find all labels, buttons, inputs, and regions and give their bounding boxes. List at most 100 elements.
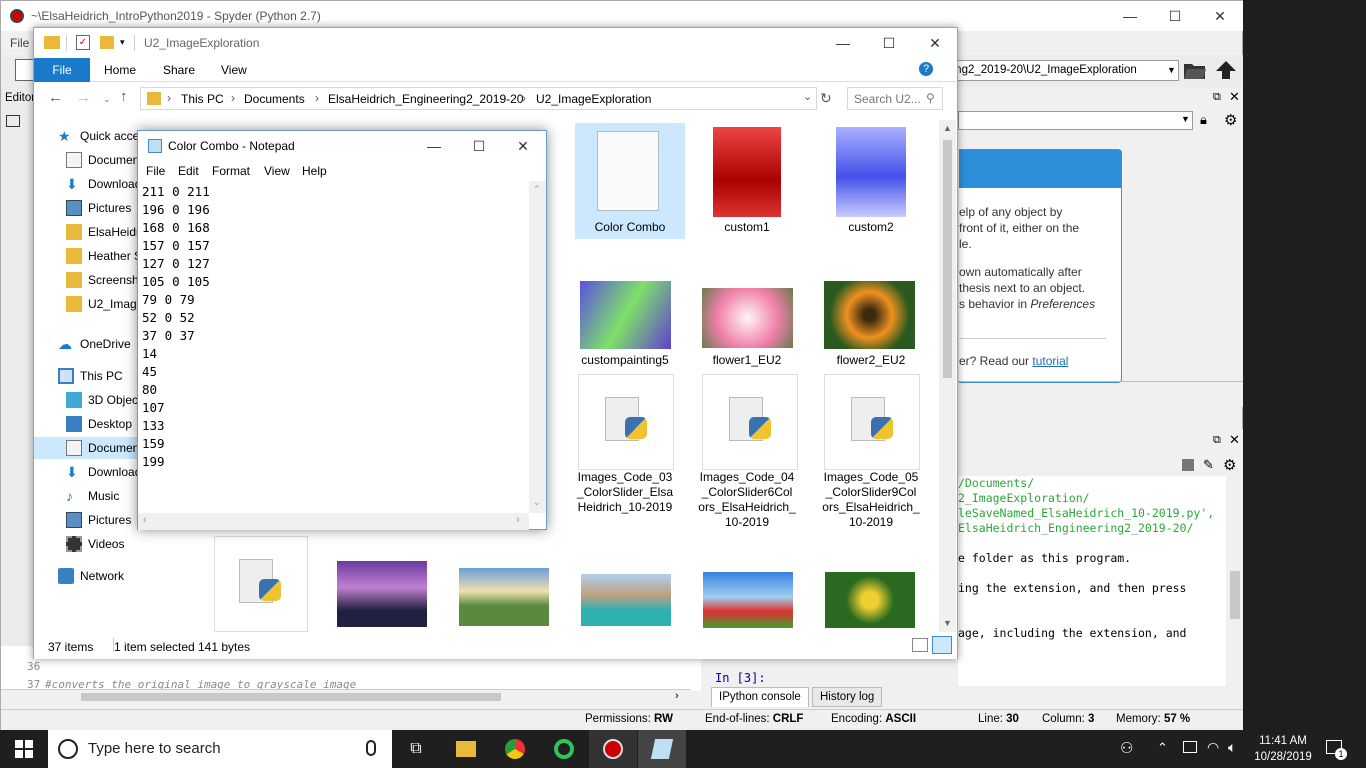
- scrollbar-thumb[interactable]: [81, 693, 501, 701]
- explorer-vertical-scrollbar[interactable]: ▲ ▼: [939, 120, 956, 632]
- eraser-icon[interactable]: ✎: [1203, 457, 1214, 473]
- wifi-icon[interactable]: ◠: [1207, 739, 1219, 756]
- notepad-horizontal-scrollbar[interactable]: ‹ ›: [138, 513, 529, 530]
- scroll-up-icon[interactable]: ⌃: [533, 184, 541, 195]
- tab-file[interactable]: File: [34, 58, 90, 82]
- file-color-combo[interactable]: Color Combo: [575, 123, 685, 239]
- menu-help[interactable]: Help: [302, 164, 327, 178]
- image-thumbnail[interactable]: [581, 574, 671, 626]
- scroll-up-icon[interactable]: ▲: [943, 123, 952, 133]
- taskbar-spyder[interactable]: [589, 730, 637, 768]
- nav-downloads[interactable]: ⬇Downloads: [66, 173, 138, 195]
- scroll-right-icon[interactable]: ›: [516, 514, 520, 526]
- open-folder-icon[interactable]: [1183, 59, 1207, 81]
- taskbar-search-box[interactable]: Type here to search: [48, 730, 392, 768]
- microphone-icon[interactable]: [366, 740, 376, 756]
- scroll-right-icon[interactable]: ›: [675, 690, 679, 702]
- properties-icon[interactable]: ✓: [76, 35, 90, 50]
- nav-network[interactable]: Network: [58, 565, 168, 587]
- scrollbar-thumb[interactable]: [943, 140, 952, 378]
- breadcrumb-this-pc[interactable]: This PC: [181, 92, 224, 106]
- image-thumbnail[interactable]: [337, 561, 427, 627]
- new-folder-icon[interactable]: [100, 36, 114, 49]
- close-console-icon[interactable]: ✕: [1229, 432, 1240, 448]
- breadcrumb-documents[interactable]: Documents: [244, 92, 305, 106]
- notepad-close-button[interactable]: ✕: [500, 131, 546, 161]
- spyder-menu-file[interactable]: File: [1, 31, 36, 55]
- people-icon[interactable]: ⚇: [1120, 739, 1133, 757]
- gear-icon[interactable]: ⚙: [1224, 111, 1237, 129]
- nav-documents[interactable]: Documents: [66, 149, 138, 171]
- nav-pictures-pc[interactable]: Pictures: [66, 509, 138, 531]
- chevron-down-icon[interactable]: ▼: [1181, 114, 1190, 124]
- nav-u2-folder[interactable]: U2_Image: [66, 293, 138, 315]
- forward-arrow-icon[interactable]: →: [76, 89, 91, 106]
- breadcrumb-current-folder[interactable]: U2_ImageExploration: [536, 92, 651, 106]
- nav-music[interactable]: ♪ Music: [66, 485, 138, 507]
- back-arrow-icon[interactable]: ←: [48, 89, 63, 106]
- show-hidden-icons[interactable]: ⌃: [1157, 740, 1168, 756]
- chevron-down-icon[interactable]: ⌄: [803, 90, 812, 103]
- working-directory-combo[interactable]: eering2_2019-20\U2_ImageExploration: [931, 60, 1179, 81]
- undock-help-icon[interactable]: ⧉: [1213, 91, 1221, 104]
- console-output[interactable]: /Documents/2_ImageExploration/leSaveName…: [958, 476, 1226, 686]
- security-icon[interactable]: [1183, 741, 1197, 753]
- lock-icon[interactable]: 🔒︎: [1200, 112, 1207, 128]
- console-vertical-scrollbar[interactable]: [1227, 476, 1243, 686]
- menu-view[interactable]: View: [264, 164, 290, 178]
- gear-icon[interactable]: ⚙: [1223, 456, 1236, 474]
- help-icon[interactable]: ?: [919, 62, 933, 76]
- nav-heather-folder[interactable]: Heather S: [66, 245, 138, 267]
- notepad-maximize-button[interactable]: ☐: [456, 131, 502, 161]
- close-help-icon[interactable]: ✕: [1229, 89, 1240, 105]
- nav-downloads-pc[interactable]: ⬇Downloads: [66, 461, 138, 483]
- menu-file[interactable]: File: [146, 164, 165, 178]
- breadcrumb-course-folder[interactable]: ElsaHeidrich_Engineering2_2019-20: [328, 92, 523, 106]
- tab-share[interactable]: Share: [149, 58, 209, 82]
- notepad-text-area[interactable]: 211 0 211 196 0 196 168 0 168 157 0 157 …: [142, 183, 530, 513]
- scrollbar-thumb[interactable]: [1230, 571, 1240, 619]
- nav-videos[interactable]: Videos: [66, 533, 138, 555]
- help-object-combo[interactable]: ▼: [958, 111, 1193, 130]
- address-bar[interactable]: › This PC › Documents › ElsaHeidrich_Eng…: [140, 87, 817, 110]
- details-view-icon[interactable]: [912, 638, 928, 652]
- image-thumbnail[interactable]: [459, 568, 549, 626]
- tab-history-log[interactable]: History log: [812, 687, 883, 707]
- spyder-close-button[interactable]: ✕: [1197, 1, 1243, 31]
- search-icon[interactable]: ⚲: [926, 91, 935, 105]
- stop-icon[interactable]: [1182, 459, 1194, 471]
- spyder-minimize-button[interactable]: —: [1107, 1, 1153, 31]
- menu-format[interactable]: Format: [212, 164, 250, 178]
- customize-toolbar-icon[interactable]: ▾: [120, 37, 125, 48]
- nav-desktop[interactable]: Desktop: [66, 413, 138, 435]
- task-view-button[interactable]: ⧉: [392, 730, 440, 768]
- nav-3d-objects[interactable]: 3D Objects: [66, 389, 138, 411]
- refresh-icon[interactable]: ↻: [820, 90, 832, 107]
- menu-edit[interactable]: Edit: [178, 164, 199, 178]
- image-thumbnail[interactable]: [825, 572, 915, 628]
- parent-directory-icon[interactable]: [1215, 60, 1237, 80]
- start-button[interactable]: [0, 730, 48, 768]
- spyder-maximize-button[interactable]: ☐: [1152, 1, 1198, 31]
- new-file-icon[interactable]: [15, 59, 35, 81]
- editor-browse-icon[interactable]: [6, 115, 20, 127]
- up-arrow-icon[interactable]: ↑: [120, 88, 128, 105]
- search-input[interactable]: Search U2... ⚲: [847, 87, 943, 110]
- nav-pictures[interactable]: Pictures: [66, 197, 138, 219]
- explorer-maximize-button[interactable]: ☐: [866, 28, 912, 58]
- tutorial-link[interactable]: tutorial: [1032, 354, 1068, 368]
- tab-home[interactable]: Home: [90, 58, 150, 82]
- recent-locations-icon[interactable]: ⌄: [103, 94, 111, 105]
- taskbar-app-green[interactable]: [540, 730, 588, 768]
- undock-console-icon[interactable]: ⧉: [1213, 434, 1221, 447]
- large-icons-view-icon[interactable]: [932, 636, 952, 654]
- taskbar-notepad[interactable]: [638, 730, 686, 768]
- scroll-down-icon[interactable]: ⌄: [533, 497, 541, 508]
- tab-ipython-console[interactable]: IPython console: [711, 687, 809, 707]
- notepad-minimize-button[interactable]: —: [411, 131, 457, 161]
- scroll-left-icon[interactable]: ‹: [143, 514, 147, 526]
- taskbar-chrome[interactable]: [491, 730, 539, 768]
- taskbar-clock[interactable]: 11:41 AM 10/28/2019: [1243, 733, 1323, 765]
- chevron-down-icon[interactable]: ▼: [1167, 65, 1176, 75]
- nav-screenshots-folder[interactable]: Screenshots: [66, 269, 138, 291]
